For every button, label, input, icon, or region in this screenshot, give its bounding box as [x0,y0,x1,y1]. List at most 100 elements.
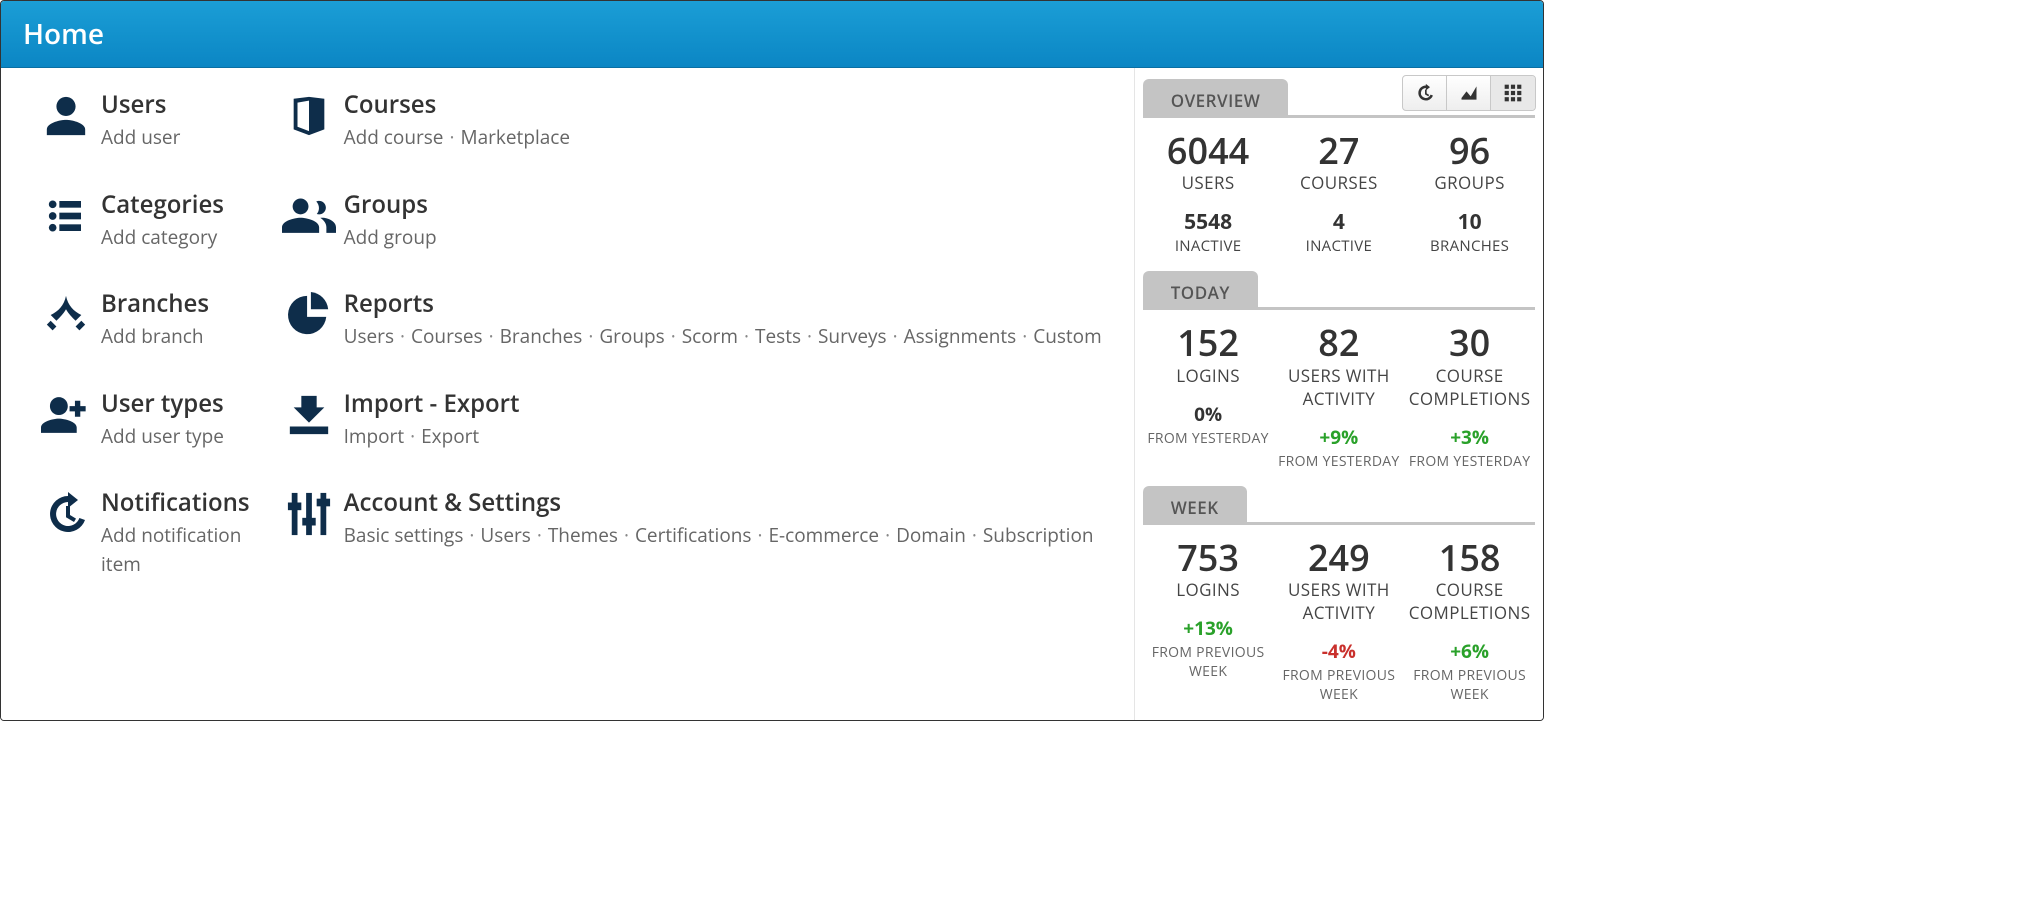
nav-account-settings[interactable]: Account & Settings Basic settings·Users·… [274,486,1116,578]
nav-sublink[interactable]: Courses [411,323,483,349]
stat-label: GROUPS [1404,171,1535,194]
list-icon [31,188,101,244]
branches-icon [31,287,101,343]
nav-links: Add course·Marketplace [344,123,1102,152]
stat-value: 82 [1273,322,1404,363]
nav-sublink[interactable]: Add user type [101,423,224,449]
nav-title[interactable]: Groups [344,188,1102,221]
stat-delta-label: FROM YESTERDAY [1273,452,1404,471]
chart-view-button[interactable] [1447,76,1491,110]
nav-reports[interactable]: Reports Users·Courses·Branches·Groups·Sc… [274,287,1116,351]
user-icon [31,88,101,144]
nav-sublink[interactable]: Users [344,323,394,349]
nav-links: Add notification item [101,521,250,578]
nav-sublink[interactable]: Add category [101,224,217,250]
nav-groups[interactable]: Groups Add group [274,188,1116,252]
nav-sublink[interactable]: Branches [500,323,583,349]
nav-links: Add user type [101,422,250,451]
stat-active-users[interactable]: 249 USERS WITH ACTIVITY -4% FROM PREVIOU… [1273,537,1404,704]
nav-sublink[interactable]: Add group [344,224,437,250]
page-title: Home [1,1,1543,68]
stat-label: USERS [1143,171,1274,194]
stat-label: LOGINS [1143,364,1274,387]
stat-value: 30 [1404,322,1535,363]
nav-users[interactable]: Users Add user [31,88,264,152]
nav-title[interactable]: Branches [101,287,250,320]
nav-sublink[interactable]: Assignments [904,323,1017,349]
nav-sublink[interactable]: Add user [101,124,180,150]
week-tab[interactable]: WEEK [1143,486,1247,525]
nav-links: Import·Export [344,422,1102,451]
stat-delta: +13% [1143,615,1274,641]
stat-logins[interactable]: 753 LOGINS +13% FROM PREVIOUS WEEK [1143,537,1274,704]
nav-branches[interactable]: Branches Add branch [31,287,264,351]
stat-delta: 0% [1143,401,1274,427]
dashboard-stats: OVERVIEW 6044 USERS 5548 INACTIVE 27 COU… [1134,68,1543,720]
home-panel: Home Users Add user [0,0,1544,721]
overview-tab[interactable]: OVERVIEW [1143,79,1289,118]
today-tab[interactable]: TODAY [1143,271,1258,310]
nav-sublink[interactable]: Tests [755,323,801,349]
nav-title[interactable]: Courses [344,88,1102,121]
history-button[interactable] [1403,76,1447,110]
nav-sublink[interactable]: Basic settings [344,522,464,548]
stat-groups[interactable]: 96 GROUPS 10 BRANCHES [1404,130,1535,256]
nav-sublink[interactable]: Add branch [101,323,204,349]
nav-sublink[interactable]: Themes [548,522,618,548]
stat-delta-label: FROM PREVIOUS WEEK [1143,643,1274,681]
stat-completions[interactable]: 158 COURSE COMPLETIONS +6% FROM PREVIOUS… [1404,537,1535,704]
stat-label: USERS WITH ACTIVITY [1273,578,1404,624]
nav-courses[interactable]: Courses Add course·Marketplace [274,88,1116,152]
stat-completions[interactable]: 30 COURSE COMPLETIONS +3% FROM YESTERDAY [1404,322,1535,470]
nav-sublink[interactable]: Add notification item [101,522,241,577]
nav-title[interactable]: Account & Settings [344,486,1102,519]
nav-sublink[interactable]: Custom [1033,323,1101,349]
nav-title[interactable]: Notifications [101,486,250,519]
stat-logins[interactable]: 152 LOGINS 0% FROM YESTERDAY [1143,322,1274,470]
nav-sublink[interactable]: Surveys [818,323,887,349]
stat-delta-label: FROM PREVIOUS WEEK [1273,666,1404,704]
stat-value: 158 [1404,537,1535,578]
week-tab-row: WEEK [1143,483,1535,525]
nav-sublink[interactable]: Certifications [635,522,752,548]
nav-notifications[interactable]: Notifications Add notification item [31,486,264,578]
stat-sub-label: INACTIVE [1273,236,1404,256]
today-row: 152 LOGINS 0% FROM YESTERDAY 82 USERS WI… [1143,316,1535,482]
nav-importexport[interactable]: Import - Export Import·Export [274,387,1116,451]
nav-sublink[interactable]: E-commerce [768,522,879,548]
nav-sublink[interactable]: Import [344,423,405,449]
grid-view-button[interactable] [1491,76,1535,110]
nav-links: Add group [344,223,1102,252]
stat-value: 96 [1404,130,1535,171]
sliders-icon [274,486,344,542]
nav-sublink[interactable]: Domain [896,522,966,548]
nav-title[interactable]: Users [101,88,250,121]
nav-title[interactable]: Import - Export [344,387,1102,420]
nav-sublink[interactable]: Users [480,522,530,548]
stat-value: 27 [1273,130,1404,171]
stat-courses[interactable]: 27 COURSES 4 INACTIVE [1273,130,1404,256]
nav-links: Basic settings·Users·Themes·Certificatio… [344,521,1102,550]
stat-delta: +3% [1404,424,1535,450]
nav-usertypes[interactable]: User types Add user type [31,387,264,451]
nav-title[interactable]: Reports [344,287,1102,320]
overview-row: 6044 USERS 5548 INACTIVE 27 COURSES 4 IN… [1143,124,1535,268]
nav-title[interactable]: Categories [101,188,250,221]
nav-sublink[interactable]: Export [421,423,479,449]
stat-value: 6044 [1143,130,1274,171]
nav-categories[interactable]: Categories Add category [31,188,264,252]
stat-active-users[interactable]: 82 USERS WITH ACTIVITY +9% FROM YESTERDA… [1273,322,1404,470]
stat-delta: -4% [1273,638,1404,664]
nav-sublink[interactable]: Subscription [983,522,1094,548]
nav-links: Add branch [101,322,250,351]
nav-sublink[interactable]: Marketplace [460,124,570,150]
stat-sub-label: INACTIVE [1143,236,1274,256]
nav-title[interactable]: User types [101,387,250,420]
stat-label: LOGINS [1143,578,1274,601]
stat-label: COURSE COMPLETIONS [1404,578,1535,624]
nav-sublink[interactable]: Groups [599,323,664,349]
nav-sublink[interactable]: Add course [344,124,444,150]
view-toolbar [1402,75,1536,111]
nav-sublink[interactable]: Scorm [682,323,738,349]
stat-users[interactable]: 6044 USERS 5548 INACTIVE [1143,130,1274,256]
